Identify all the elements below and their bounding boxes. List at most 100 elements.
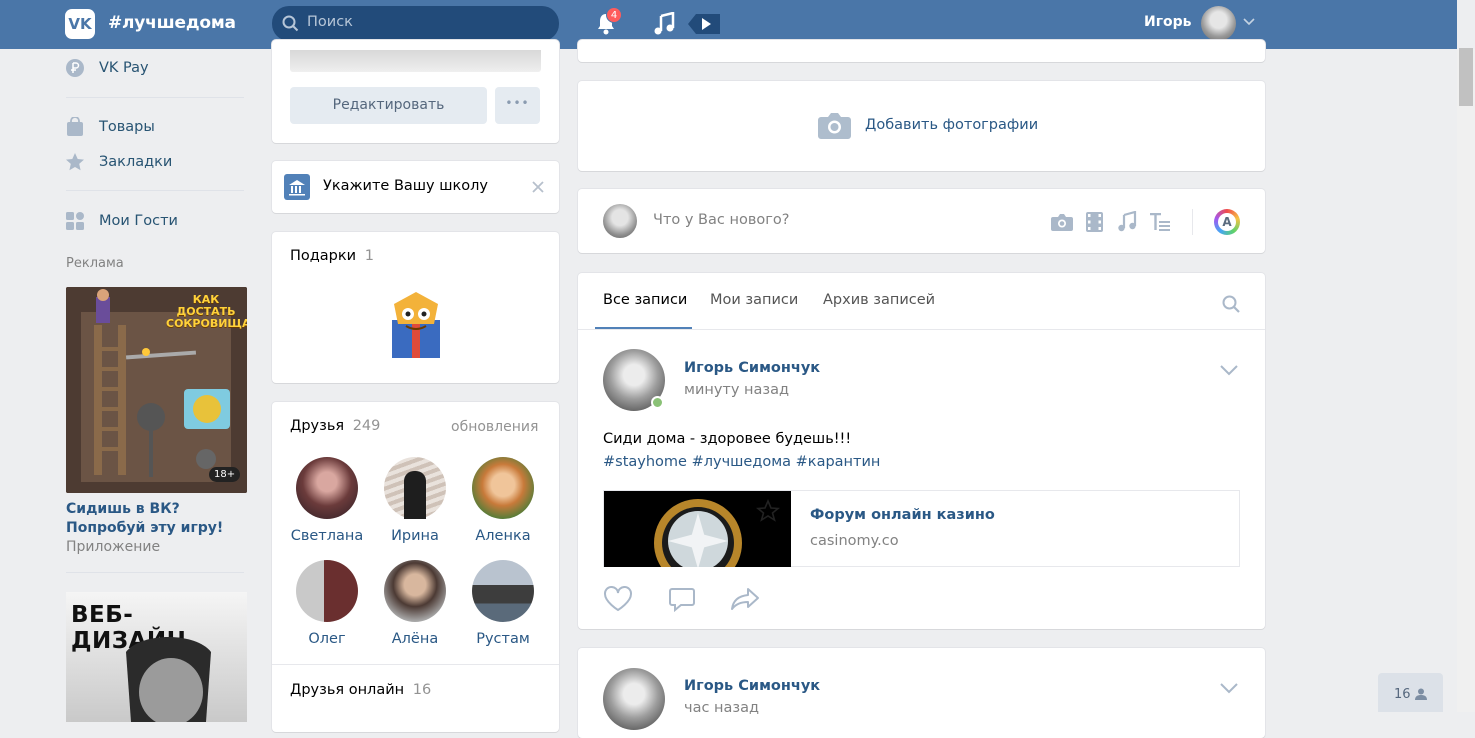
friends-updates-link[interactable]: обновления: [451, 419, 538, 435]
ad-title[interactable]: Сидишь в ВК? Попробуй эту игру!: [66, 500, 256, 538]
post-author[interactable]: Игорь Симончук: [684, 360, 820, 376]
scrollbar[interactable]: [1457, 49, 1475, 712]
tab-all-posts[interactable]: Все записи: [603, 292, 687, 308]
ad-banner-game[interactable]: КАК ДОСТАТЬ СОКРОВИЩА? 18+: [66, 287, 247, 493]
like-icon[interactable]: [603, 586, 633, 612]
link-attachment[interactable]: Форум онлайн казино casinomy.co: [603, 490, 1240, 567]
avatar: [472, 457, 534, 519]
ad-subtitle: Приложение: [66, 539, 161, 555]
gifts-count: 1: [364, 248, 374, 264]
divider: [66, 97, 244, 98]
header-username[interactable]: Игорь: [1144, 14, 1192, 30]
link-title: Форум онлайн казино: [810, 507, 995, 523]
friend-item[interactable]: Олег: [287, 560, 367, 647]
ads-title: Реклама: [66, 256, 124, 271]
search-icon[interactable]: [1222, 295, 1240, 313]
close-icon[interactable]: [532, 181, 544, 193]
divider: [578, 329, 1265, 330]
add-photos-card[interactable]: Добавить фотографии: [578, 81, 1265, 171]
more-button[interactable]: •••: [495, 87, 540, 124]
chevron-down-icon[interactable]: [1243, 18, 1255, 26]
avatar[interactable]: [1201, 6, 1236, 41]
chevron-down-icon[interactable]: [1220, 683, 1238, 694]
composer-input[interactable]: Что у Вас нового?: [653, 212, 789, 228]
vk-logo[interactable]: VK: [65, 9, 95, 39]
friends-card: Друзья 249 обновления Светлана Ирина Але…: [272, 402, 559, 732]
music-icon[interactable]: [1117, 211, 1137, 233]
tab-my-posts[interactable]: Мои записи: [710, 292, 798, 308]
sidebar-item-bookmarks[interactable]: Закладки: [65, 151, 172, 173]
search-icon: [282, 15, 299, 32]
link-domain: casinomy.co: [810, 533, 899, 549]
friend-item[interactable]: Аленка: [463, 457, 543, 544]
poster-button[interactable]: A: [1214, 209, 1240, 235]
post-time[interactable]: час назад: [684, 700, 759, 716]
school-prompt-text: Укажите Вашу школу: [323, 178, 488, 194]
school-prompt-card[interactable]: Укажите Вашу школу: [272, 161, 559, 213]
gifts-card[interactable]: Подарки 1: [272, 232, 559, 383]
avatar[interactable]: [603, 668, 665, 730]
post-hashtags[interactable]: #stayhome #лучшедома #карантин: [603, 451, 880, 474]
sidebar-item-goods[interactable]: Товары: [65, 116, 155, 138]
ad-banner-webdesign[interactable]: ВЕБ-ДИЗАЙН: [66, 592, 247, 722]
post-time[interactable]: минуту назад: [684, 382, 789, 398]
divider: [272, 664, 559, 665]
comment-icon[interactable]: [669, 587, 695, 612]
post-composer[interactable]: Что у Вас нового? A: [578, 189, 1265, 253]
share-icon[interactable]: [730, 587, 760, 611]
post-author[interactable]: Игорь Симончук: [684, 678, 820, 694]
music-icon[interactable]: [653, 12, 675, 36]
ad-banner-text: КАК ДОСТАТЬ СОКРОВИЩА?: [166, 293, 247, 330]
age-badge: 18+: [209, 467, 241, 482]
gift-image[interactable]: [384, 284, 448, 360]
friend-item[interactable]: Светлана: [287, 457, 367, 544]
post-text: Сиди дома - здоровее будешь!!!: [603, 431, 852, 447]
friends-title[interactable]: Друзья: [290, 418, 344, 434]
camera-icon: [818, 113, 851, 139]
header-hashtag[interactable]: #лучшедома: [108, 13, 236, 33]
sidebar-item-guests[interactable]: Мои Гости: [65, 210, 178, 232]
edit-button[interactable]: Редактировать: [290, 87, 487, 124]
link-thumbnail: [604, 491, 791, 567]
friend-item[interactable]: Ирина: [375, 457, 455, 544]
poster-letter: A: [1218, 213, 1236, 231]
avatar: [384, 560, 446, 622]
search-input[interactable]: Поиск: [272, 6, 559, 41]
notifications-badge: 4: [606, 7, 622, 23]
friend-item[interactable]: Рустам: [463, 560, 543, 647]
post-card-2: Игорь Симончук час назад: [578, 648, 1265, 738]
avatar: [296, 457, 358, 519]
user-icon: [1415, 688, 1427, 700]
chevron-down-icon[interactable]: [1220, 365, 1238, 376]
friends-online-title[interactable]: Друзья онлайн: [290, 682, 404, 698]
post-body: Сиди дома - здоровее будешь!!! #stayhome…: [603, 428, 880, 474]
profile-photo-card: Редактировать •••: [272, 40, 559, 143]
friends-online-count: 16: [412, 682, 432, 698]
camera-icon[interactable]: [1051, 213, 1073, 231]
avatar: [603, 204, 637, 238]
active-tab-indicator: [595, 327, 692, 329]
gifts-title: Подарки: [290, 248, 357, 264]
apps-icon: [66, 212, 84, 230]
tab-archive[interactable]: Архив записей: [823, 292, 935, 308]
friend-item[interactable]: Алёна: [375, 560, 455, 647]
avatar: [296, 560, 358, 622]
avatar: [472, 560, 534, 622]
bag-icon: [67, 117, 83, 136]
divider: [66, 190, 244, 191]
article-icon[interactable]: [1149, 213, 1171, 231]
play-icon[interactable]: [688, 10, 722, 38]
portrait-illustration: [126, 637, 211, 722]
video-icon[interactable]: [1086, 212, 1103, 232]
chat-online-button[interactable]: 16: [1378, 673, 1443, 712]
avatar: [384, 457, 446, 519]
divider: [1192, 209, 1193, 235]
chat-online-count: 16: [1394, 687, 1411, 702]
star-icon: [66, 153, 84, 171]
school-icon: [284, 174, 310, 200]
sidebar-item-vkpay[interactable]: VK Pay: [65, 57, 149, 79]
scrollbar-thumb[interactable]: [1459, 48, 1473, 106]
divider: [66, 572, 244, 573]
profile-photo[interactable]: [290, 50, 541, 72]
ruble-icon: [66, 59, 84, 77]
